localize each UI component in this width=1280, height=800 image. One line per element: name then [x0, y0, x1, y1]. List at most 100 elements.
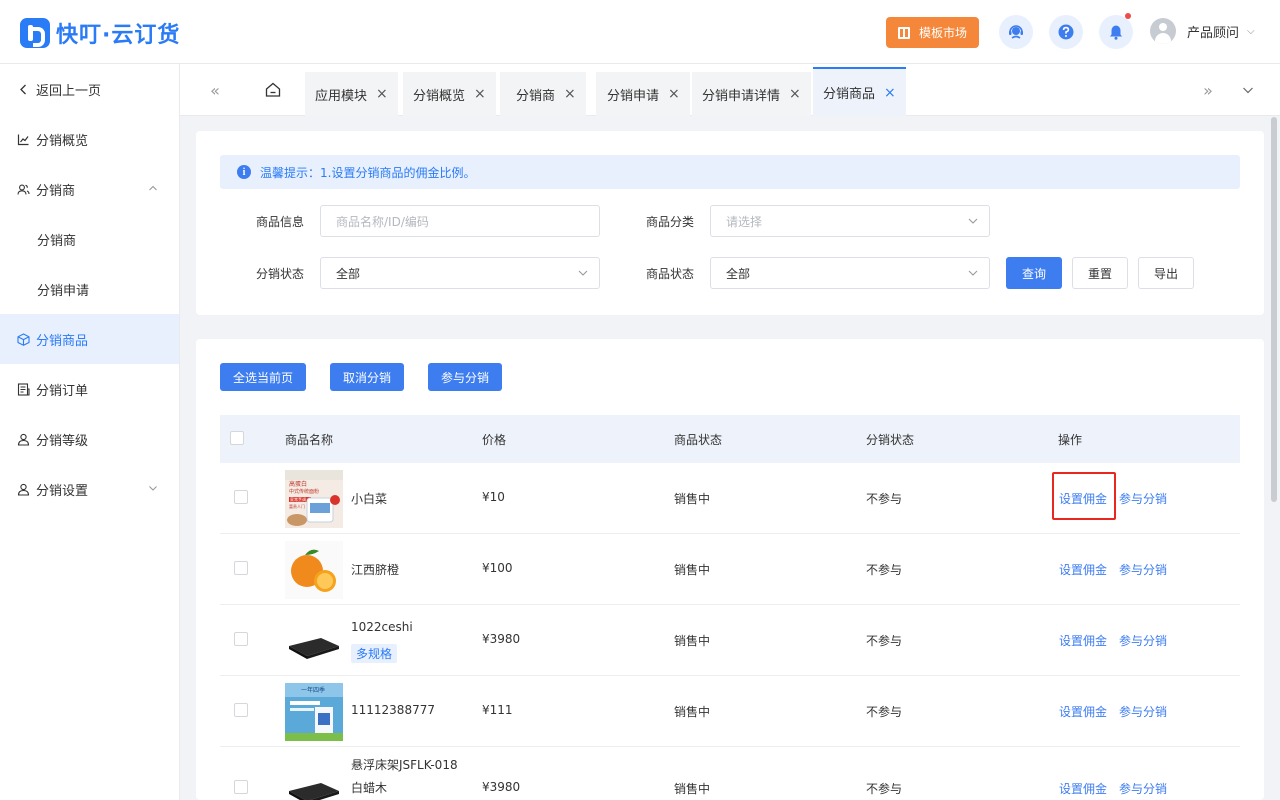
product-price: ¥10 [482, 490, 505, 504]
close-icon[interactable]: × [474, 86, 486, 102]
table-row: 高蛋白 中式传统面粉 家常烹调 富贵人门 小白菜 ¥10 销售中 不参与 设置佣… [220, 463, 1240, 534]
tab-applications[interactable]: 分销申请 × [596, 72, 690, 116]
brand-logo[interactable]: 快叮·云订货 [20, 17, 180, 49]
sidebar-item-levels[interactable]: 分销等级 [0, 414, 179, 464]
set-commission-link[interactable]: 设置佣金 [1059, 561, 1107, 578]
sidebar-item-applications[interactable]: 分销申请 [0, 264, 179, 314]
tab-scroll-left-icon[interactable]: « [200, 64, 230, 116]
chevron-down-icon [578, 270, 588, 276]
help-icon [1058, 24, 1074, 40]
join-distribution-link[interactable]: 参与分销 [1119, 632, 1167, 649]
category-value: 请选择 [726, 214, 763, 229]
tab-distribution-overview[interactable]: 分销概览 × [403, 72, 496, 116]
home-tab[interactable] [258, 64, 288, 116]
sidebar-item-back[interactable]: 返回上一页 [0, 64, 179, 114]
multi-spec-tag: 多规格 [351, 644, 398, 663]
sidebar-item-distributors-group[interactable]: 分销商 [0, 164, 179, 214]
column-header-name: 商品名称 [285, 433, 334, 447]
dist-status-select[interactable]: 全部 [320, 257, 600, 289]
close-icon[interactable]: × [668, 86, 680, 102]
product-thumbnail [285, 612, 343, 670]
user-name: 产品顾问 [1187, 25, 1240, 41]
close-icon[interactable]: × [884, 85, 896, 101]
sidebar-item-label: 分销概览 [36, 133, 89, 149]
product-thumbnail [285, 541, 343, 599]
close-icon[interactable]: × [789, 86, 801, 102]
join-distribution-link[interactable]: 参与分销 [1119, 490, 1167, 507]
set-commission-link[interactable]: 设置佣金 [1059, 703, 1107, 720]
tab-application-detail[interactable]: 分销申请详情 × [692, 72, 811, 116]
distribution-status: 不参与 [866, 705, 903, 719]
query-button[interactable]: 查询 [1006, 257, 1062, 289]
tab-label: 分销商品 [823, 87, 876, 102]
set-commission-link[interactable]: 设置佣金 [1059, 632, 1107, 649]
product-price: ¥111 [482, 703, 513, 717]
user-settings-icon [17, 483, 30, 496]
sidebar-item-label: 分销等级 [36, 433, 89, 449]
row-checkbox[interactable] [234, 780, 248, 794]
product-thumbnail [285, 761, 343, 800]
close-icon[interactable]: × [376, 86, 388, 102]
thumb-text: 高蛋白 [289, 480, 307, 488]
select-all-checkbox[interactable] [230, 431, 244, 445]
sidebar-item-distributors[interactable]: 分销商 [0, 214, 179, 264]
headset-icon [1009, 25, 1023, 39]
template-market-button[interactable]: 模板市场 [886, 17, 979, 48]
row-checkbox[interactable] [234, 561, 248, 575]
customer-service-button[interactable] [999, 15, 1033, 49]
product-price: ¥3980 [482, 632, 521, 646]
order-icon [17, 382, 30, 396]
row-checkbox[interactable] [234, 632, 248, 646]
chevron-down-icon [149, 486, 157, 491]
brand-name: 快叮·云订货 [56, 23, 181, 48]
product-status-label: 商品状态 [645, 267, 694, 281]
sidebar-item-settings[interactable]: 分销设置 [0, 464, 179, 514]
dist-status-value: 全部 [336, 266, 361, 281]
sidebar-item-orders[interactable]: 分销订单 [0, 364, 179, 414]
row-checkbox[interactable] [234, 703, 248, 717]
row-checkbox[interactable] [234, 490, 248, 504]
set-commission-link[interactable]: 设置佣金 [1059, 780, 1107, 797]
dist-status-label: 分销状态 [255, 267, 304, 281]
select-current-page-button[interactable]: 全选当前页 [220, 363, 306, 391]
product-info-input[interactable]: 商品名称/ID/编码 [320, 205, 600, 237]
distribution-status: 不参与 [866, 634, 903, 648]
sidebar-item-label: 分销设置 [36, 483, 89, 499]
user-menu[interactable]: 产品顾问 ⌵ [1150, 18, 1255, 44]
table-row: 一年四季 11112388777 ¥111 销售中 不参与 设置佣金 参与分销 [220, 676, 1240, 747]
sidebar-item-overview[interactable]: 分销概览 [0, 114, 179, 164]
product-price: ¥3980 [482, 780, 521, 794]
product-status-select[interactable]: 全部 [710, 257, 990, 289]
product-status: 销售中 [674, 782, 711, 796]
chevron-down-icon: ⌵ [1247, 25, 1255, 37]
tab-distribution-products[interactable]: 分销商品 × [813, 67, 906, 116]
tab-app-modules[interactable]: 应用模块 × [305, 72, 398, 116]
reset-button[interactable]: 重置 [1072, 257, 1128, 289]
table-row: 1022ceshi 多规格 ¥3980 销售中 不参与 设置佣金 参与分销 [220, 605, 1240, 676]
tab-label: 分销申请 [607, 88, 660, 104]
column-header-dist-status: 分销状态 [866, 433, 915, 447]
product-info-label: 商品信息 [255, 215, 304, 229]
join-distribution-link[interactable]: 参与分销 [1119, 561, 1167, 578]
tab-label: 分销商 [516, 88, 556, 104]
join-distribution-link[interactable]: 参与分销 [1119, 780, 1167, 797]
tab-menu-button[interactable] [1233, 64, 1263, 116]
home-icon [265, 82, 281, 97]
thumb-text: 家常烹调 [290, 496, 306, 502]
thumb-text: 中式传统面粉 [289, 488, 319, 495]
notification-button[interactable] [1099, 13, 1133, 49]
close-icon[interactable]: × [564, 86, 576, 102]
tab-distributors[interactable]: 分销商 × [500, 72, 586, 116]
sidebar-item-label: 分销商 [36, 183, 76, 199]
join-distribution-link[interactable]: 参与分销 [1119, 703, 1167, 720]
join-distribution-button[interactable]: 参与分销 [428, 363, 502, 391]
category-select[interactable]: 请选择 [710, 205, 990, 237]
sidebar-item-label: 分销订单 [36, 383, 89, 399]
cancel-distribution-button[interactable]: 取消分销 [330, 363, 404, 391]
tab-scroll-right-icon[interactable]: » [1193, 64, 1223, 116]
export-button[interactable]: 导出 [1138, 257, 1194, 289]
help-button[interactable] [1049, 15, 1083, 49]
sidebar-item-products[interactable]: 分销商品 [0, 314, 179, 364]
page-scrollbar[interactable] [1271, 117, 1277, 502]
user-icon [17, 433, 30, 446]
